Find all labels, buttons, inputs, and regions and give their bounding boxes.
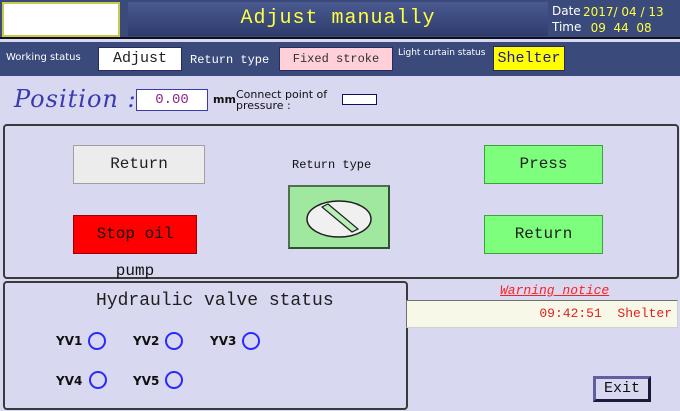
valve-label: YV2: [133, 334, 160, 348]
press-button[interactable]: Press: [484, 145, 603, 184]
valve-yv2-indicator: [165, 332, 183, 350]
return-type-label: Return type: [190, 53, 270, 67]
valve-yv1-indicator: [88, 332, 106, 350]
valve-yv4-indicator: [89, 371, 107, 389]
connect-point-indicator: [342, 94, 377, 105]
time-value: 09 44 08: [583, 21, 652, 35]
position-label: Position :: [14, 85, 137, 113]
valve-label: YV5: [133, 374, 160, 388]
screen-title: Adjust manually: [128, 2, 548, 36]
light-curtain-value: Shelter: [493, 46, 565, 71]
return-type-value: Fixed stroke: [279, 47, 393, 71]
date-label: Date: [552, 4, 581, 18]
logo-area: [2, 2, 120, 37]
return-button[interactable]: Return: [73, 145, 205, 184]
return-button-right[interactable]: Return: [484, 215, 603, 254]
exit-button[interactable]: Exit: [593, 376, 651, 402]
valve-label: YV4: [56, 374, 83, 388]
valve-label: YV3: [210, 334, 237, 348]
time-label: Time: [552, 20, 582, 34]
selector-knob-icon: [306, 200, 372, 238]
light-curtain-label: Light curtain status: [398, 48, 486, 58]
working-status-value: Adjust: [98, 47, 182, 71]
warning-notice-title: Warning notice: [500, 283, 610, 298]
position-value: 0.00: [136, 89, 208, 111]
valve-yv3-indicator: [242, 332, 260, 350]
return-type-selector-label: Return type: [292, 158, 372, 172]
position-unit: mm: [213, 93, 236, 106]
stop-oil-pump-button[interactable]: Stop oil pump: [73, 215, 197, 280]
hydraulic-valve-title: Hydraulic valve status: [96, 291, 334, 311]
return-type-selector-switch[interactable]: [288, 185, 390, 249]
valve-label: YV1: [56, 334, 83, 348]
working-status-label: Working status: [6, 52, 81, 63]
date-value: 2017/ 04 / 13: [583, 5, 664, 19]
connect-point-label: Connect point of pressure :: [236, 88, 328, 112]
warning-message: 09:42:51 Shelter: [539, 306, 672, 321]
valve-yv5-indicator: [165, 371, 183, 389]
